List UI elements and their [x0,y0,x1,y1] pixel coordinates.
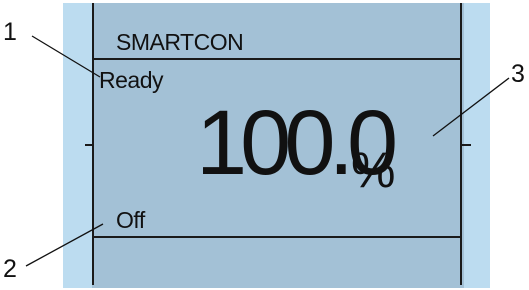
callout-2-leader [25,223,104,267]
callout-leader-lines [25,35,510,267]
callout-3-leader [432,77,510,137]
callout-1-leader [31,35,101,78]
callout-1-label: 1 [3,18,17,46]
callout-2-label: 2 [3,255,17,283]
callout-3-label: 3 [511,60,525,88]
